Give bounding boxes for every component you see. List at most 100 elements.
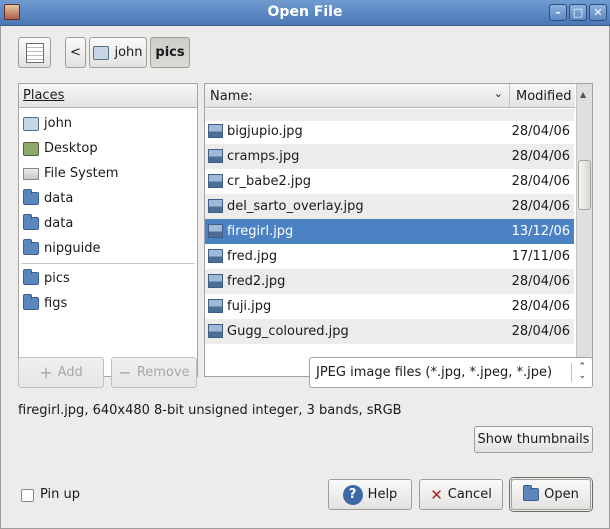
- places-header[interactable]: Places: [19, 84, 197, 108]
- image-file-icon: [208, 299, 223, 313]
- path-button-john[interactable]: john: [89, 37, 147, 68]
- file-modified: 28/04/06: [511, 274, 570, 289]
- help-label: Help: [367, 487, 398, 502]
- place-item-data[interactable]: data: [19, 186, 197, 211]
- combo-divider: [571, 363, 572, 382]
- table-row[interactable]: fuji.jpg 28/04/06: [205, 294, 574, 319]
- file-name: bigjupio.jpg: [227, 124, 303, 139]
- add-bookmark-button[interactable]: + Add: [18, 357, 104, 388]
- minimize-icon[interactable]: –: [549, 4, 567, 21]
- file-modified: 28/04/06: [511, 149, 570, 164]
- image-file-icon: [208, 324, 223, 338]
- minus-icon: −: [118, 363, 132, 382]
- file-modified: 28/04/06: [511, 324, 570, 339]
- image-file-icon: [208, 199, 223, 213]
- column-header-modified[interactable]: Modified: [511, 84, 575, 108]
- path-label-pics: pics: [155, 45, 185, 60]
- file-modified: 13/12/06: [511, 224, 570, 239]
- table-row[interactable]: del_sarto_overlay.jpg 28/04/06: [205, 194, 574, 219]
- file-modified: 28/04/06: [511, 174, 570, 189]
- place-label: john: [44, 116, 73, 131]
- file-name: fuji.jpg: [227, 299, 272, 314]
- file-modified: 28/04/06: [511, 299, 570, 314]
- bookmark-item-figs[interactable]: figs: [19, 291, 197, 316]
- cancel-button[interactable]: ✕ Cancel: [419, 479, 503, 510]
- table-row[interactable]: Gugg_coloured.jpg 28/04/06: [205, 319, 574, 344]
- image-file-icon: [208, 149, 223, 163]
- column-name-label: Name:: [210, 88, 253, 104]
- image-file-icon: [208, 224, 223, 238]
- open-label: Open: [544, 487, 579, 502]
- edit-location-icon: [25, 42, 44, 63]
- place-label: nipguide: [44, 241, 101, 256]
- table-row[interactable]: bigjupio.jpg 28/04/06: [205, 119, 574, 144]
- place-item-nipguide[interactable]: nipguide: [19, 236, 197, 261]
- drive-icon: [23, 167, 39, 180]
- path-label-john: john: [114, 45, 143, 60]
- table-row-selected[interactable]: firegirl.jpg 13/12/06: [205, 219, 574, 244]
- scroll-up-arrow-icon[interactable]: ▲: [580, 90, 586, 99]
- close-icon[interactable]: ✕: [589, 4, 607, 21]
- type-location-button[interactable]: [18, 37, 51, 68]
- folder-icon: [23, 189, 39, 205]
- file-list-scrollbar[interactable]: ▲ ▼: [576, 84, 592, 376]
- image-file-icon: [208, 274, 223, 288]
- show-thumbnails-button[interactable]: Show thumbnails: [474, 426, 593, 453]
- remove-bookmark-label: Remove: [136, 365, 190, 380]
- file-modified: 17/11/06: [511, 249, 570, 264]
- place-label: data: [44, 191, 74, 206]
- file-list-header: Name: ⌄ Modified: [205, 84, 575, 108]
- plus-icon: +: [39, 363, 53, 382]
- places-header-label: Places: [23, 88, 65, 103]
- bookmark-item-pics[interactable]: pics: [19, 266, 197, 291]
- up-down-arrows-icon: ⌃ ⌄: [578, 362, 586, 381]
- places-separator: [21, 263, 195, 264]
- path-button-pics[interactable]: pics: [150, 37, 190, 68]
- chevron-left-icon: <: [70, 45, 81, 60]
- column-modified-label: Modified: [516, 88, 572, 104]
- file-name: cr_babe2.jpg: [227, 174, 311, 189]
- file-name: del_sarto_overlay.jpg: [227, 199, 364, 214]
- chevron-down-icon: ⌄: [493, 87, 503, 100]
- image-file-icon: [208, 249, 223, 263]
- open-button[interactable]: Open: [509, 477, 593, 512]
- home-folder-icon: [23, 116, 39, 131]
- table-row[interactable]: fred.jpg 17/11/06: [205, 244, 574, 269]
- open-folder-icon: [523, 485, 540, 501]
- file-modified: 28/04/06: [511, 199, 570, 214]
- place-item-john[interactable]: john: [19, 111, 197, 136]
- desktop-icon: [23, 141, 39, 156]
- table-row[interactable]: fred2.jpg 28/04/06: [205, 269, 574, 294]
- back-button[interactable]: <: [65, 37, 86, 68]
- place-item-data-2[interactable]: data: [19, 211, 197, 236]
- home-folder-icon: [93, 45, 110, 60]
- column-header-name[interactable]: Name: ⌄: [205, 84, 510, 108]
- scrollbar-thumb[interactable]: [578, 160, 591, 210]
- file-modified: 28/04/06: [511, 124, 570, 139]
- table-row[interactable]: cr_babe2.jpg 28/04/06: [205, 169, 574, 194]
- maximize-icon[interactable]: □: [569, 4, 587, 21]
- cancel-x-icon: ✕: [430, 485, 443, 504]
- remove-bookmark-button[interactable]: − Remove: [111, 357, 197, 388]
- bookmark-label: pics: [44, 271, 70, 286]
- folder-icon: [23, 269, 39, 285]
- file-name: Gugg_coloured.jpg: [227, 324, 349, 339]
- help-icon: ?: [342, 484, 363, 505]
- pin-up-label[interactable]: Pin up: [40, 487, 80, 502]
- file-type-filter-select[interactable]: JPEG image files (*.jpg, *.jpeg, *.jpe) …: [309, 357, 593, 388]
- table-row[interactable]: cramps.jpg 28/04/06: [205, 144, 574, 169]
- file-name: fred.jpg: [227, 249, 278, 264]
- place-label: data: [44, 216, 74, 231]
- window-title: Open File: [267, 4, 343, 20]
- place-item-filesystem[interactable]: File System: [19, 161, 197, 186]
- image-file-icon: [208, 124, 223, 138]
- bookmark-label: figs: [44, 296, 68, 311]
- file-info-status: firegirl.jpg, 640x480 8-bit unsigned int…: [18, 403, 402, 418]
- help-button[interactable]: ? Help: [328, 479, 412, 510]
- folder-icon: [23, 239, 39, 255]
- file-list-panel: Name: ⌄ Modified bigjupio.jpg 28/04/06 cr…: [204, 83, 593, 377]
- image-file-icon: [208, 174, 223, 188]
- place-item-desktop[interactable]: Desktop: [19, 136, 197, 161]
- pin-up-checkbox[interactable]: [21, 489, 34, 502]
- places-panel: Places john Desktop File System data dat…: [18, 83, 198, 377]
